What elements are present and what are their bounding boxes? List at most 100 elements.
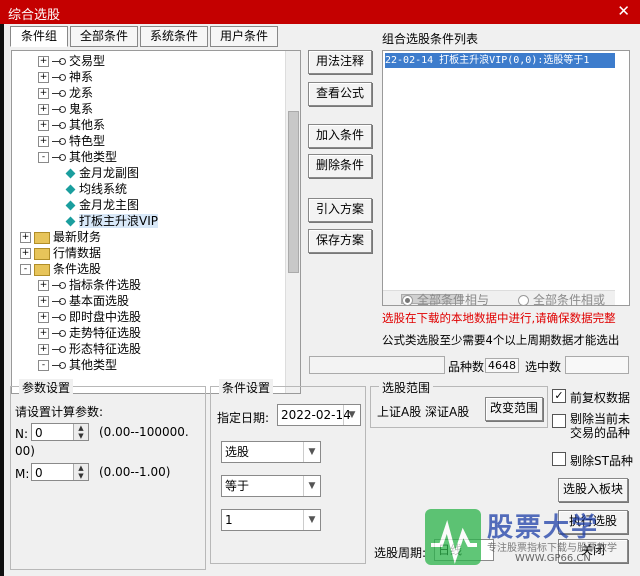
expand-icon[interactable]: + (38, 328, 49, 339)
expand-icon[interactable]: + (38, 280, 49, 291)
key-icon (52, 73, 66, 82)
spin-up-icon[interactable]: ▲ (74, 464, 88, 472)
collapse-icon[interactable]: - (20, 264, 31, 275)
key-icon (52, 89, 66, 98)
save-plan-button[interactable]: 保存方案 (308, 229, 372, 253)
chevron-down-icon[interactable]: ▼ (303, 442, 320, 462)
window-title: 综合选股 (8, 8, 61, 23)
exclude-st-checkbox[interactable] (552, 452, 566, 466)
n-input[interactable]: 0 ▲ ▼ (31, 423, 89, 441)
date-picker[interactable]: 2022-02-14 ▼ (277, 404, 361, 426)
expand-icon[interactable]: + (38, 104, 49, 115)
tree-node[interactable]: + 行情数据 (20, 245, 101, 261)
key-icon (52, 361, 66, 370)
expand-icon[interactable]: + (20, 232, 31, 243)
tree-node[interactable]: + 基本面选股 (38, 293, 129, 309)
expand-icon[interactable]: + (38, 296, 49, 307)
date-value: 2022-02-14 (281, 408, 351, 422)
collapse-icon[interactable]: - (38, 152, 49, 163)
tree-scrollbar-thumb[interactable] (288, 111, 299, 273)
condition-listbox[interactable]: 22-02-14 打板主升浪VIP(0,0):选股等于1 (382, 50, 630, 306)
tree-node[interactable]: + 形态特征选股 (38, 341, 141, 357)
tree-node[interactable]: - 条件选股 (20, 261, 101, 277)
select-to-block-button[interactable]: 选股入板块 (558, 478, 628, 502)
tab-all-conditions[interactable]: 全部条件 (70, 26, 138, 47)
tree-node[interactable]: + 指标条件选股 (38, 277, 141, 293)
tree-node-label: 龙系 (69, 86, 94, 100)
tree-node[interactable]: 打板主升浪VIP (64, 213, 158, 229)
tree-node-label: 最新财务 (53, 230, 102, 244)
operator-dropdown[interactable]: 等于 ▼ (221, 475, 321, 497)
tree-node[interactable]: 金月龙副图 (64, 165, 139, 181)
chevron-down-icon[interactable]: ▼ (303, 510, 320, 530)
expand-icon[interactable]: + (38, 72, 49, 83)
logic-and-option[interactable]: 全部条件相与 (402, 291, 489, 308)
close-icon[interactable]: ✕ (617, 2, 630, 20)
tree-node[interactable]: 均线系统 (64, 181, 127, 197)
collapse-icon[interactable]: - (38, 360, 49, 371)
select-type-dropdown[interactable]: 选股 ▼ (221, 441, 321, 463)
logic-and-label: 全部条件相与 (417, 293, 490, 307)
spin-down-icon[interactable]: ▼ (74, 472, 88, 480)
tree-node[interactable]: 金月龙主图 (64, 197, 139, 213)
tree-node[interactable]: + 特色型 (38, 133, 105, 149)
m-spinner[interactable]: ▲ ▼ (73, 464, 88, 480)
tree-node[interactable]: + 龙系 (38, 85, 93, 101)
n-spinner[interactable]: ▲ ▼ (73, 424, 88, 440)
chevron-down-icon[interactable]: ▼ (343, 405, 360, 425)
tree-node[interactable]: + 最新财务 (20, 229, 101, 245)
folder-icon (34, 231, 50, 244)
key-icon (52, 313, 66, 322)
value-value: 1 (225, 513, 233, 527)
diamond-icon (65, 184, 76, 195)
tree-node[interactable]: + 鬼系 (38, 101, 93, 117)
tree-node[interactable]: + 走势特征选股 (38, 325, 141, 341)
logic-or-option[interactable]: 全部条件相或 (518, 291, 605, 308)
spin-down-icon[interactable]: ▼ (74, 432, 88, 440)
tree-node[interactable]: - 其他类型 (38, 357, 117, 373)
expand-icon[interactable]: + (38, 312, 49, 323)
expand-icon[interactable]: + (38, 344, 49, 355)
value-dropdown[interactable]: 1 ▼ (221, 509, 321, 531)
import-plan-button[interactable]: 引入方案 (308, 198, 372, 222)
chevron-down-icon[interactable]: ▼ (303, 476, 320, 496)
tab-condition-group[interactable]: 条件组 (10, 26, 68, 47)
exclude-suspended-label: 剔除当前未交易的品种 (570, 412, 631, 440)
condition-tree[interactable]: + 交易型 + 神系 + 龙系 + 鬼系 + 其他系 + 特色型 - 其他类型 金月龙副图 均线系统 金月龙主图… (11, 50, 301, 394)
tree-node[interactable]: + 神系 (38, 69, 93, 85)
progress-box (309, 356, 445, 374)
logic-or-label: 全部条件相或 (533, 293, 606, 307)
tree-node[interactable]: + 其他系 (38, 117, 105, 133)
tree-node[interactable]: - 其他类型 (38, 149, 117, 165)
expand-icon[interactable]: + (38, 120, 49, 131)
tab-user-conditions[interactable]: 用户条件 (210, 26, 278, 47)
condition-settings-group: 条件设置 指定日期: 2022-02-14 ▼ 选股 ▼ 等于 ▼ 1 ▼ (210, 379, 366, 564)
exclude-suspended-checkbox[interactable] (552, 414, 566, 428)
expand-icon[interactable]: + (38, 56, 49, 67)
expand-icon[interactable]: + (38, 88, 49, 99)
or-radio-icon[interactable] (518, 295, 529, 306)
tab-system-conditions[interactable]: 系统条件 (140, 26, 208, 47)
delete-condition-button[interactable]: 删除条件 (308, 154, 372, 178)
key-icon (52, 121, 66, 130)
expand-icon[interactable]: + (20, 248, 31, 259)
n-range: (0.00--100000. (99, 425, 189, 439)
m-input[interactable]: 0 ▲ ▼ (31, 463, 89, 481)
pre-adjust-checkbox[interactable]: ✓ (552, 389, 566, 403)
spin-up-icon[interactable]: ▲ (74, 424, 88, 432)
tree-node-label: 走势特征选股 (69, 326, 142, 340)
view-formula-button[interactable]: 查看公式 (308, 82, 372, 106)
add-condition-button[interactable]: 加入条件 (308, 124, 372, 148)
usage-button[interactable]: 用法注释 (308, 50, 372, 74)
expand-icon[interactable]: + (38, 136, 49, 147)
and-radio-icon[interactable] (402, 295, 413, 306)
tree-node[interactable]: + 即时盘中选股 (38, 309, 141, 325)
tree-node[interactable]: + 交易型 (38, 53, 105, 69)
change-range-button[interactable]: 改变范围 (485, 397, 543, 421)
title-bar: 综合选股 ✕ (0, 0, 640, 24)
condition-list-item[interactable]: 22-02-14 打板主升浪VIP(0,0):选股等于1 (385, 53, 615, 68)
tree-node-label: 即时盘中选股 (69, 310, 142, 324)
date-label: 指定日期: (217, 411, 270, 425)
tree-scrollbar[interactable] (285, 51, 300, 393)
variety-count-value: 4648 (485, 358, 519, 373)
